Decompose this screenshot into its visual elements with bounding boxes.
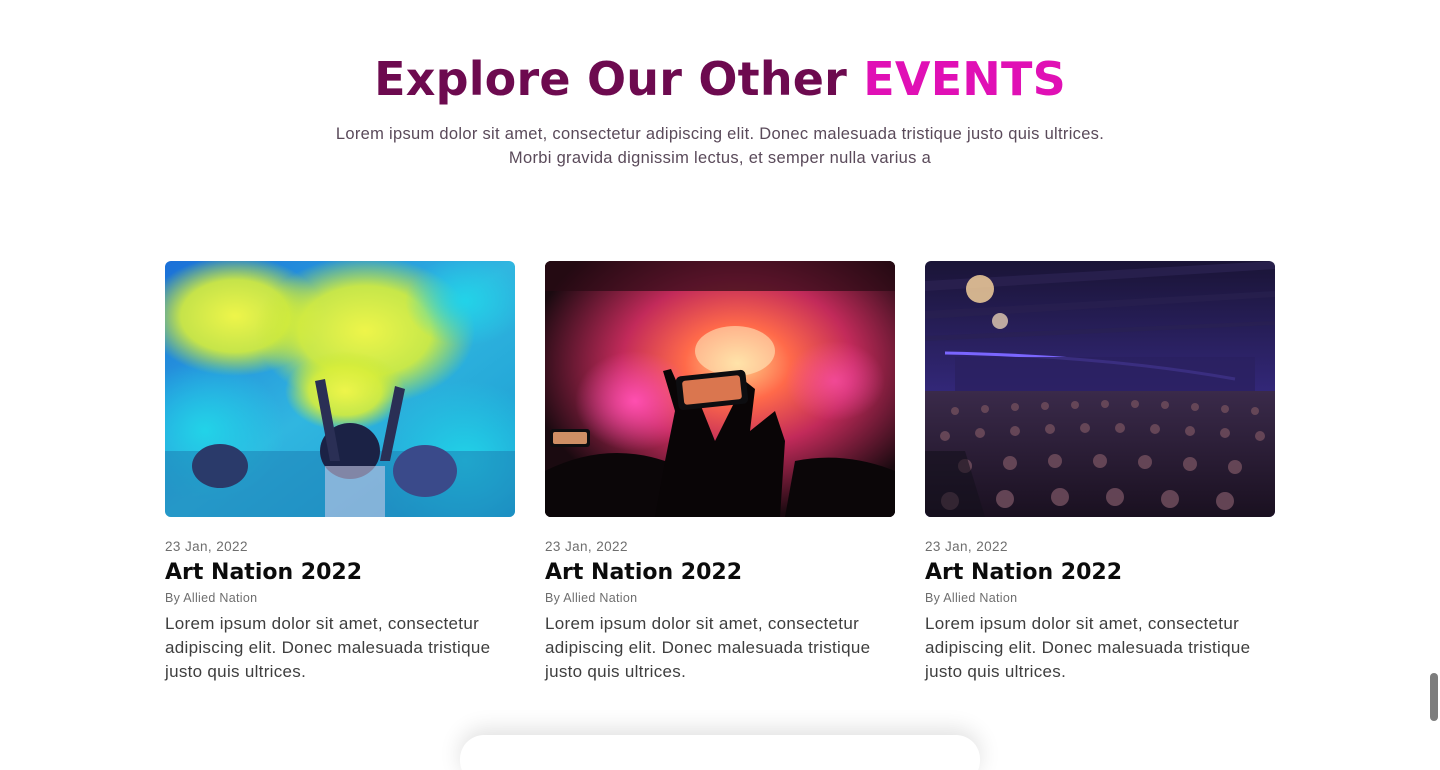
events-page: Explore Our Other EVENTS Lorem ipsum dol… xyxy=(0,0,1440,770)
floating-panel-edge xyxy=(460,735,980,770)
section-title-main: Explore Our Other xyxy=(374,52,864,106)
event-title[interactable]: Art Nation 2022 xyxy=(545,560,895,585)
event-image-concert[interactable] xyxy=(545,261,895,517)
scrollbar-thumb[interactable] xyxy=(1430,673,1438,721)
event-date: 23 Jan, 2022 xyxy=(545,539,628,554)
event-description: Lorem ipsum dolor sit amet, consectetur … xyxy=(165,614,491,681)
section-subtitle: Lorem ipsum dolor sit amet, consectetur … xyxy=(335,125,1105,167)
event-author: By Allied Nation xyxy=(545,591,638,605)
event-title[interactable]: Art Nation 2022 xyxy=(925,560,1275,585)
section-title-accent: EVENTS xyxy=(863,52,1066,106)
event-author: By Allied Nation xyxy=(165,591,258,605)
event-image-conference[interactable] xyxy=(925,261,1275,517)
event-title[interactable]: Art Nation 2022 xyxy=(165,560,515,585)
event-card[interactable]: 23 Jan, 2022 Art Nation 2022 By Allied N… xyxy=(925,261,1275,701)
event-date: 23 Jan, 2022 xyxy=(925,539,1008,554)
event-image-holi[interactable] xyxy=(165,261,515,517)
concert-phone-recording-photo xyxy=(545,261,895,517)
event-description: Lorem ipsum dolor sit amet, consectetur … xyxy=(925,614,1251,681)
section-title: Explore Our Other EVENTS xyxy=(0,52,1440,106)
event-author: By Allied Nation xyxy=(925,591,1018,605)
event-date: 23 Jan, 2022 xyxy=(165,539,248,554)
event-cards: 23 Jan, 2022 Art Nation 2022 By Allied N… xyxy=(165,261,1275,701)
conference-hall-audience-photo xyxy=(925,261,1275,517)
event-description: Lorem ipsum dolor sit amet, consectetur … xyxy=(545,614,871,681)
holi-color-festival-photo xyxy=(165,261,515,517)
event-card[interactable]: 23 Jan, 2022 Art Nation 2022 By Allied N… xyxy=(545,261,895,701)
event-card[interactable]: 23 Jan, 2022 Art Nation 2022 By Allied N… xyxy=(165,261,515,701)
